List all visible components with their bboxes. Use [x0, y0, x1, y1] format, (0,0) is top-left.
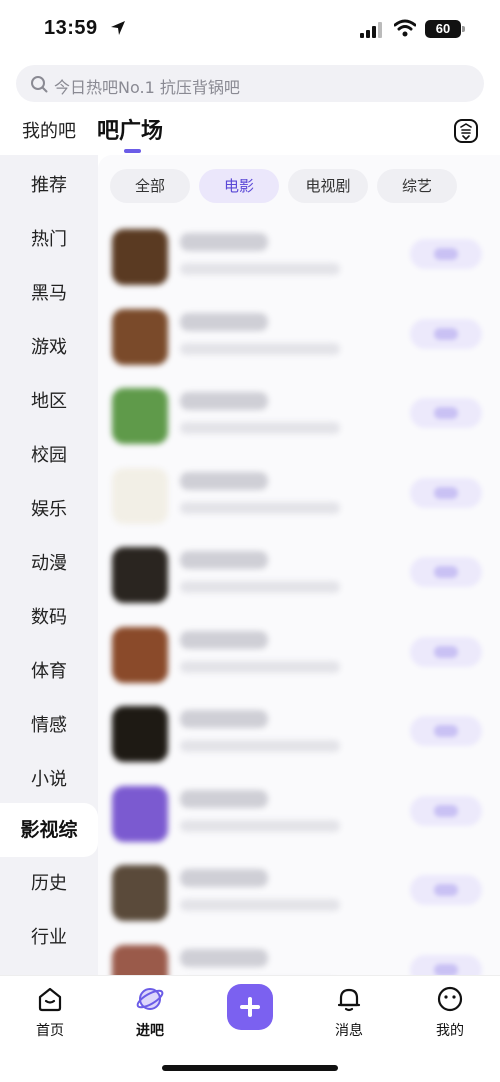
bar-name-blurred: [180, 471, 268, 490]
category-item[interactable]: 情感: [0, 699, 98, 753]
search-placeholder: 今日热吧No.1 抗压背锅吧: [54, 78, 240, 97]
category-item[interactable]: 地区: [0, 375, 98, 429]
bar-description-blurred: [180, 819, 340, 832]
bar-list-row[interactable]: [98, 859, 500, 937]
chip-variety[interactable]: 综艺: [377, 169, 457, 203]
tab-messages-label: 消息: [335, 1023, 363, 1039]
bar-avatar: [112, 944, 168, 975]
smiley-face-icon: [437, 986, 463, 1012]
chip-all[interactable]: 全部: [110, 169, 190, 203]
category-item[interactable]: 动漫: [0, 537, 98, 591]
bar-description-blurred: [180, 501, 340, 514]
bar-list-row[interactable]: [98, 541, 500, 619]
status-bar: 13:59 60: [0, 0, 500, 60]
join-bar-button[interactable]: [410, 795, 482, 826]
join-bar-button[interactable]: [410, 398, 482, 428]
bar-name-blurred: [180, 869, 268, 887]
join-bar-button[interactable]: [410, 239, 482, 269]
cellular-signal-icon: [360, 22, 382, 38]
home-indicator: [162, 1065, 338, 1071]
category-sidebar: 推荐 热门 黑马 游戏 地区 校园 娱乐 动漫 数码 体育 情感 小说 影视综 …: [0, 155, 98, 975]
search-bar[interactable]: 今日热吧No.1 抗压背锅吧: [16, 65, 484, 102]
bar-name-blurred: [180, 948, 268, 967]
bar-name-blurred: [180, 392, 268, 410]
category-item[interactable]: 校园: [0, 429, 98, 483]
join-bar-button[interactable]: [410, 636, 482, 667]
active-tab-indicator: [124, 149, 141, 153]
category-item[interactable]: 游戏: [0, 321, 98, 375]
bar-description-blurred: [180, 342, 340, 355]
bar-name-blurred: [180, 710, 268, 728]
join-bar-button[interactable]: [410, 557, 482, 587]
tab-my-bars[interactable]: 我的吧: [22, 117, 76, 143]
category-item[interactable]: 黑马: [0, 267, 98, 321]
planet-icon: [136, 988, 164, 1010]
join-bar-button[interactable]: [410, 477, 482, 508]
tab-enter-bar[interactable]: 进吧: [110, 984, 190, 1040]
category-item[interactable]: 数码: [0, 591, 98, 645]
category-item[interactable]: 历史: [0, 857, 98, 911]
top-nav: 我的吧 吧广场: [0, 104, 500, 156]
bar-name-blurred: [180, 630, 268, 649]
bar-avatar: [112, 388, 168, 444]
bar-description-blurred: [180, 660, 340, 673]
join-bar-button[interactable]: [410, 318, 482, 349]
wifi-icon: [394, 19, 416, 37]
join-bar-button[interactable]: [410, 875, 482, 905]
status-time: 13:59: [44, 17, 98, 39]
category-item[interactable]: 热门: [0, 213, 98, 267]
bar-list-row[interactable]: [98, 939, 500, 975]
bar-list-row[interactable]: [98, 621, 500, 699]
chip-tv-series[interactable]: 电视剧: [288, 169, 368, 203]
bar-list-row[interactable]: [98, 382, 500, 460]
bar-avatar: [112, 229, 168, 285]
category-item[interactable]: 体育: [0, 645, 98, 699]
bar-list-panel: 全部 电影 电视剧 综艺: [98, 155, 500, 975]
bar-name-blurred: [180, 551, 268, 569]
tab-home[interactable]: 首页: [10, 984, 90, 1040]
tab-bar-square[interactable]: 吧广场: [97, 113, 163, 145]
bar-avatar: [112, 785, 168, 842]
bar-list-row[interactable]: [98, 223, 500, 301]
create-post-button[interactable]: [227, 984, 273, 1030]
bar-avatar: [112, 547, 168, 603]
bar-list-row[interactable]: [98, 780, 500, 858]
bell-icon: [337, 988, 361, 1012]
join-bar-button[interactable]: [410, 716, 482, 746]
bar-description-blurred: [180, 899, 340, 911]
bar-avatar: [112, 865, 168, 921]
category-item[interactable]: 推荐: [0, 159, 98, 213]
category-item[interactable]: 娱乐: [0, 483, 98, 537]
bar-description-blurred: [180, 581, 340, 593]
bar-name-blurred: [180, 312, 268, 331]
join-bar-button[interactable]: [410, 954, 482, 975]
bar-description-blurred: [180, 422, 340, 434]
bar-list-row[interactable]: [98, 303, 500, 381]
search-icon: [31, 76, 48, 93]
bar-description-blurred: [180, 740, 340, 752]
bar-avatar: [112, 467, 168, 524]
tab-messages[interactable]: 消息: [309, 984, 389, 1040]
tab-home-label: 首页: [36, 1023, 64, 1039]
bar-list-row[interactable]: [98, 462, 500, 540]
bar-list-row[interactable]: [98, 700, 500, 778]
location-arrow-icon: [111, 21, 125, 35]
category-item[interactable]: 行业: [0, 911, 98, 965]
sign-in-stamp-icon[interactable]: [453, 118, 479, 144]
bar-name-blurred: [180, 789, 268, 808]
bar-avatar: [112, 626, 168, 683]
tab-enter-bar-label: 进吧: [136, 1023, 164, 1039]
home-icon: [38, 987, 62, 1012]
category-item-active[interactable]: 影视综: [0, 803, 98, 857]
bar-description-blurred: [180, 263, 340, 275]
tab-mine-label: 我的: [436, 1023, 464, 1039]
chip-movies[interactable]: 电影: [199, 169, 279, 203]
bar-avatar: [112, 308, 168, 365]
tab-mine[interactable]: 我的: [410, 984, 490, 1040]
battery-indicator: 60: [425, 20, 465, 38]
category-item[interactable]: 小说: [0, 753, 98, 807]
bar-name-blurred: [180, 233, 268, 251]
bar-avatar: [112, 706, 168, 762]
